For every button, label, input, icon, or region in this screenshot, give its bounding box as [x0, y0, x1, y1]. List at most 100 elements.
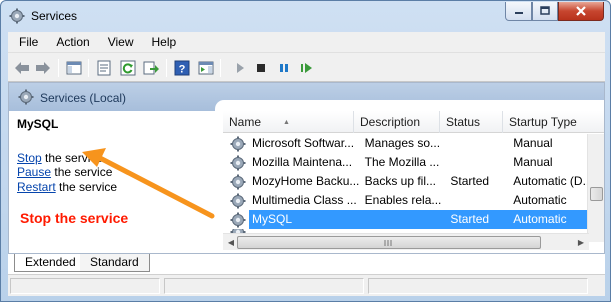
service-gear-icon: [230, 193, 246, 209]
toolbar-separator: [220, 59, 221, 77]
scroll-right-icon[interactable]: ▶: [575, 236, 587, 248]
column-header-status[interactable]: Status: [440, 111, 503, 133]
service-status-cell: Started: [450, 174, 490, 188]
pane-title: Services (Local): [40, 91, 127, 105]
service-gear-icon: [230, 212, 246, 228]
vertical-scrollbar[interactable]: [587, 134, 604, 242]
properties-button[interactable]: [95, 59, 113, 77]
action-row-pause: Pause the service: [17, 165, 112, 179]
stop-service-button[interactable]: [252, 59, 270, 77]
export-list-icon: [143, 61, 159, 75]
service-status-cell: Started: [444, 210, 508, 229]
service-status-cell: [444, 191, 507, 210]
toolbar: ?: [8, 52, 605, 82]
refresh-button[interactable]: [119, 59, 137, 77]
action-pane-icon: [198, 61, 214, 75]
table-row[interactable]: Mozilla Maintena... The Mozilla ... Manual: [223, 153, 587, 172]
action-text: the service: [55, 180, 118, 194]
restart-service-link[interactable]: Restart: [17, 180, 56, 194]
action-pane-button[interactable]: [197, 59, 215, 77]
service-gear-icon: [230, 136, 246, 152]
services-gear-icon: [18, 89, 34, 105]
column-header-startup-type[interactable]: Startup Type: [503, 111, 604, 133]
back-arrow-icon: [15, 62, 29, 74]
vertical-scroll-thumb[interactable]: [590, 187, 603, 201]
menu-view[interactable]: View: [97, 35, 141, 49]
tab-extended[interactable]: Extended: [14, 254, 87, 272]
service-status-cell: [444, 153, 507, 172]
menu-help[interactable]: Help: [141, 35, 184, 49]
status-segment: [368, 278, 588, 294]
tab-standard[interactable]: Standard: [80, 254, 150, 272]
restart-service-icon: [301, 63, 312, 73]
stop-service-icon: [257, 64, 265, 72]
column-header-label: Startup Type: [509, 115, 577, 129]
menu-action[interactable]: Action: [45, 35, 96, 49]
window-title: Services: [31, 9, 78, 23]
export-list-button[interactable]: [142, 59, 160, 77]
column-header-label: Status: [446, 115, 481, 129]
action-row-restart: Restart the service: [17, 180, 117, 194]
menu-file[interactable]: File: [8, 35, 45, 49]
maximize-button[interactable]: [532, 2, 558, 21]
pause-service-button[interactable]: [275, 59, 293, 77]
services-rows: Microsoft Softwar... Manages so... Manual M…: [223, 134, 587, 235]
column-header-label: Name: [229, 115, 262, 129]
service-gear-icon: [230, 155, 246, 171]
service-startup-type-cell: Automatic (D...: [513, 174, 587, 188]
title-bar[interactable]: Services: [1, 1, 610, 31]
pause-service-link[interactable]: Pause: [17, 165, 51, 179]
maximize-icon: [540, 6, 550, 15]
start-service-button[interactable]: [231, 59, 249, 77]
view-tabs: Extended Standard: [8, 253, 605, 274]
service-status-cell: [444, 134, 507, 153]
scroll-left-icon[interactable]: ◀: [225, 236, 237, 248]
forward-button[interactable]: [34, 59, 52, 77]
grip-icon: [384, 240, 392, 246]
service-description-cell: Backs up fil...: [364, 174, 437, 188]
menu-bar: File Action View Help: [8, 32, 605, 52]
action-text: the service: [51, 165, 113, 179]
help-button[interactable]: ?: [173, 59, 191, 77]
main-content: Services (Local) MySQL Stop the service …: [8, 82, 605, 274]
console-tree-button[interactable]: [65, 59, 83, 77]
forward-arrow-icon: [36, 62, 50, 74]
horizontal-scrollbar[interactable]: ◀ ▶: [223, 233, 589, 250]
service-description-cell: Manages so...: [364, 136, 441, 150]
table-row[interactable]: MozyHome Backu... Backs up fil... Started A…: [223, 172, 587, 191]
start-service-icon: [237, 63, 244, 73]
close-icon: [576, 6, 586, 16]
close-button[interactable]: [558, 2, 604, 21]
column-header-name[interactable]: ▲ Name: [223, 111, 354, 133]
action-text: the service: [41, 151, 104, 165]
toolbar-separator: [88, 59, 89, 77]
refresh-icon: [120, 60, 136, 76]
service-name-cell: Microsoft Softwar...: [252, 136, 355, 150]
services-gear-icon: [9, 8, 25, 24]
stop-service-link[interactable]: Stop: [17, 151, 42, 165]
service-startup-type-cell: Automatic: [507, 210, 587, 229]
table-row[interactable]: MySQL Started Automatic: [223, 210, 587, 229]
restart-service-button[interactable]: [298, 59, 316, 77]
status-segment: [10, 278, 160, 294]
toolbar-separator: [166, 59, 167, 77]
help-icon: ?: [174, 60, 190, 76]
sort-ascending-icon: ▲: [283, 119, 290, 126]
minimize-button[interactable]: [505, 2, 532, 21]
status-segment: [164, 278, 364, 294]
service-description-cell: [358, 210, 445, 229]
column-headers: ▲ Name Description Status Startup Type: [223, 111, 604, 133]
table-row[interactable]: Multimedia Class ... Enables rela... Autom…: [223, 191, 587, 210]
service-name-cell: MySQL: [249, 210, 359, 229]
pane-header: Services (Local): [9, 83, 604, 112]
horizontal-scroll-thumb[interactable]: [237, 236, 541, 249]
properties-icon: [97, 60, 111, 76]
back-button[interactable]: [13, 59, 31, 77]
service-details-pane: MySQL Stop the service Pause the service…: [9, 111, 221, 273]
service-startup-type-cell: Manual: [513, 155, 553, 169]
service-gear-icon: [230, 174, 246, 190]
column-header-description[interactable]: Description: [354, 111, 440, 133]
table-row[interactable]: Microsoft Softwar... Manages so... Manual: [223, 134, 587, 153]
pause-service-icon: [280, 64, 288, 72]
service-name-cell: MozyHome Backu...: [252, 174, 359, 188]
